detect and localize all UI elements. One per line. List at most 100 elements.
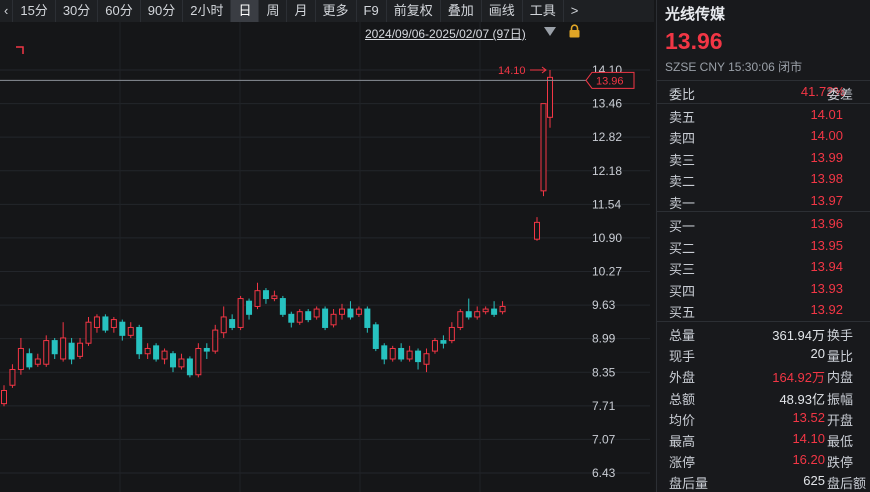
- toolbar-more-arrow[interactable]: >: [564, 0, 586, 22]
- candle-body: [465, 311, 472, 318]
- candle-body: [389, 347, 396, 360]
- stat-row-label: 均价: [669, 412, 696, 428]
- candle-body: [339, 308, 345, 315]
- high-price-marker: 14.10: [498, 65, 526, 77]
- candle-body: [60, 337, 67, 360]
- candle-body: [26, 353, 33, 368]
- candle-body: [499, 305, 506, 313]
- stat-row: 外盘 164.92万 内盘: [657, 364, 870, 385]
- tab-2hour[interactable]: 2小时: [183, 0, 232, 22]
- ask-row-label: 卖三: [669, 152, 696, 168]
- candle-body: [212, 329, 219, 352]
- tab-30min[interactable]: 30分: [56, 0, 99, 22]
- tab-month[interactable]: 月: [287, 0, 316, 22]
- ask-row: 卖一 13.97: [657, 190, 870, 211]
- y-axis-tick-label: 12.82: [592, 130, 622, 144]
- stock-meta: SZSE CNY 15:30:06 闭市: [665, 60, 803, 74]
- candle-body: [288, 313, 295, 323]
- candle-body: [110, 319, 117, 328]
- stat-row-value: 361.94万: [772, 328, 825, 343]
- ask-row-label: 卖四: [669, 131, 696, 147]
- candle-body: [271, 295, 278, 300]
- f9-button[interactable]: F9: [357, 0, 387, 22]
- candle-body: [305, 311, 312, 321]
- candle-body: [85, 321, 92, 344]
- ask-row: 卖四 14.00: [657, 125, 870, 146]
- scroll-left-icon[interactable]: ‹: [0, 0, 14, 22]
- stock-price: 13.96: [665, 28, 723, 54]
- y-axis-tick-label: 10.90: [592, 231, 622, 245]
- ask-row-value: 14.01: [810, 107, 843, 122]
- stat-row-label2: 跌停: [827, 455, 854, 471]
- candle-body: [491, 308, 498, 315]
- draw-button[interactable]: 画线: [482, 0, 523, 22]
- stat-row: 最高 14.10 最低: [657, 428, 870, 449]
- stat-row: 盘后量 625 盘后额: [657, 470, 870, 491]
- bid-row-label: 买五: [669, 305, 696, 321]
- candle-body: [229, 319, 236, 328]
- candle-body: [322, 308, 329, 328]
- y-axis-tick-label: 11.54: [592, 197, 621, 211]
- stat-row-label: 现手: [669, 349, 696, 365]
- bid-row: 买五 13.92: [657, 299, 870, 320]
- candle-body: [51, 340, 58, 355]
- stat-row-label: 外盘: [669, 370, 696, 386]
- candle-body: [34, 358, 41, 365]
- overlay-button[interactable]: 叠加: [441, 0, 482, 22]
- kline-chart[interactable]: 14.10 13.46 12.82 12.18 11.54 10.90 10.27 9.63 8…: [0, 22, 654, 492]
- stat-row: 总额 48.93亿 振幅: [657, 386, 870, 407]
- tools-button[interactable]: 工具: [523, 0, 564, 22]
- candle-body: [313, 308, 320, 318]
- candle-body: [406, 350, 413, 360]
- adjust-button[interactable]: 前复权: [387, 0, 441, 22]
- ask-row-label: 卖二: [669, 174, 696, 190]
- stat-row-label2: 最低: [827, 434, 854, 449]
- lock-icon[interactable]: [568, 24, 581, 38]
- candle-body: [440, 340, 447, 344]
- stat-row: 均价 13.52 开盘: [657, 407, 870, 428]
- candle-body: [431, 340, 438, 352]
- ask-row: 卖二 13.98: [657, 168, 870, 189]
- period-toolbar: ‹ 15分 30分 60分 90分 2小时 日 周 月 更多 F9 前复权 叠加…: [0, 0, 654, 23]
- stat-row-label: 最高: [669, 434, 696, 449]
- stat-row: 涨停 16.20 跌停: [657, 449, 870, 470]
- candle-body: [102, 316, 109, 331]
- bid-row: 买三 13.94: [657, 256, 870, 277]
- candle-body: [144, 347, 151, 355]
- candle-body: [203, 347, 210, 352]
- bid-row: 买一 13.96: [657, 213, 870, 234]
- stat-row-label2: 盘后额: [827, 476, 867, 492]
- more-button[interactable]: 更多: [316, 0, 357, 22]
- bid-row-label: 买四: [669, 283, 696, 299]
- y-axis-tick-label: 13.46: [592, 97, 622, 111]
- y-axis-tick-label: 6.43: [592, 466, 616, 480]
- candle-body: [186, 358, 193, 376]
- stat-row: 总量 361.94万 换手: [657, 322, 870, 343]
- tab-60min[interactable]: 60分: [98, 0, 141, 22]
- tab-day[interactable]: 日: [231, 0, 260, 22]
- candle-body: [246, 300, 253, 315]
- date-range-label[interactable]: 2024/09/06-2025/02/07 (97日): [365, 25, 526, 42]
- ask-row-value: 14.00: [810, 128, 843, 144]
- stat-row-label: 总额: [669, 391, 696, 407]
- ask-row-value: 13.99: [810, 149, 843, 165]
- bid-row-label: 买一: [669, 219, 696, 234]
- ask-row: 卖五 14.01: [657, 104, 870, 125]
- weibi-label: 委比: [669, 87, 696, 102]
- bid-row-label: 买二: [669, 240, 696, 256]
- stat-row-value: 48.93亿: [779, 391, 825, 407]
- candle-body: [279, 298, 286, 315]
- candle-body: [68, 342, 75, 360]
- candle-body: [540, 103, 547, 192]
- bid-row-label: 买三: [669, 262, 696, 278]
- crosshair-corner-icon: [16, 46, 24, 54]
- candle-body: [330, 313, 337, 326]
- candle-body: [127, 326, 134, 336]
- range-dropdown-icon[interactable]: [544, 27, 556, 36]
- ask-row: 卖三 13.99: [657, 147, 870, 168]
- candle-body: [448, 326, 455, 342]
- tab-15min[interactable]: 15分: [13, 0, 56, 22]
- tab-90min[interactable]: 90分: [141, 0, 184, 22]
- tab-week[interactable]: 周: [259, 0, 288, 22]
- candle-body: [457, 311, 464, 328]
